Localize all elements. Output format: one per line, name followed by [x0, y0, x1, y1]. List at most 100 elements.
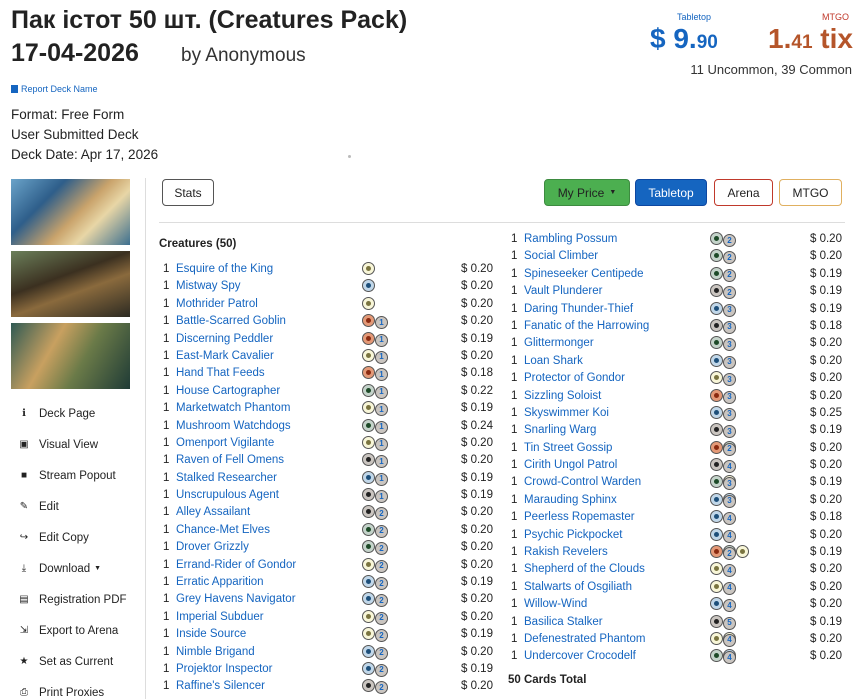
generic-mana-icon: 3 [723, 407, 736, 421]
mana-cost: 2 [362, 592, 388, 608]
card-name-link[interactable]: Peerless Ropemaster [524, 511, 635, 523]
sidebar-item-set-as-current[interactable]: ★ Set as Current [18, 646, 148, 677]
report-deck-name-link[interactable]: Report Deck Name [11, 84, 98, 94]
card-name-link[interactable]: Stalwarts of Osgiliath [524, 581, 632, 593]
card-name-link[interactable]: Erratic Apparition [176, 576, 264, 588]
card-name-link[interactable]: Willow-Wind [524, 598, 587, 610]
card-quantity: 1 [511, 598, 518, 611]
card-name-link[interactable]: Protector of Gondor [524, 372, 625, 384]
card-name-link[interactable]: Mothrider Patrol [176, 298, 258, 310]
card-name-link[interactable]: Omenport Vigilante [176, 437, 274, 449]
card-quantity: 1 [163, 263, 170, 275]
card-name-link[interactable]: Spineseeker Centipede [524, 268, 644, 280]
tabletop-button[interactable]: Tabletop [635, 179, 707, 206]
mtgo-button[interactable]: MTGO [779, 179, 842, 206]
card-name-link[interactable]: Fanatic of the Harrowing [524, 320, 649, 332]
generic-mana-icon: 2 [723, 234, 736, 247]
card-name-link[interactable]: Stalked Researcher [176, 472, 277, 484]
card-art-image-3[interactable] [11, 323, 130, 389]
card-name-link[interactable]: Grey Havens Navigator [176, 593, 296, 605]
card-name-link[interactable]: House Cartographer [176, 385, 280, 397]
card-name-link[interactable]: Hand That Feeds [176, 367, 265, 379]
card-name-link[interactable]: Crowd-Control Warden [524, 476, 641, 488]
card-name-link[interactable]: Basilica Stalker [524, 616, 603, 628]
blue-mana-icon [362, 644, 375, 658]
card-name-link[interactable]: Glittermonger [524, 337, 594, 349]
deck-page: Пак істот 50 шт. (Creatures Pack) 17-04-… [0, 0, 865, 699]
card-name-link[interactable]: Discerning Peddler [176, 333, 273, 345]
sidebar-item-stream-popout[interactable]: ■ Stream Popout [18, 460, 148, 491]
card-name-link[interactable]: Chance-Met Elves [176, 524, 270, 536]
card-name-link[interactable]: Social Climber [524, 250, 598, 262]
card-name-link[interactable]: Defenestrated Phantom [524, 633, 645, 645]
card-name-link[interactable]: Battle-Scarred Goblin [176, 315, 286, 327]
stats-button[interactable]: Stats [162, 179, 214, 206]
card-name-link[interactable]: Projektor Inspector [176, 663, 273, 675]
card-price: $ 0.19 [461, 489, 493, 502]
card-quantity: 1 [163, 419, 170, 432]
card-name-link[interactable]: East-Mark Cavalier [176, 350, 274, 362]
card-name-link[interactable]: Loan Shark [524, 355, 583, 367]
sidebar-item-edit-copy[interactable]: ↪ Edit Copy [18, 522, 148, 553]
card-quantity: 1 [163, 367, 170, 380]
card-art-image-1[interactable] [11, 179, 130, 245]
card-quantity: 1 [163, 280, 170, 293]
card-name-link[interactable]: Sizzling Soloist [524, 390, 601, 402]
card-row: 1 Glittermonger 3 $ 0.20 [511, 335, 846, 352]
card-name-link[interactable]: Mistway Spy [176, 280, 241, 292]
card-name-link[interactable]: Daring Thunder-Thief [524, 303, 633, 315]
card-row: 1 Raffine's Silencer 2 $ 0.20 [163, 678, 498, 695]
card-name-link[interactable]: Skyswimmer Koi [524, 407, 609, 419]
sidebar-item-export-to-arena[interactable]: ⇲ Export to Arena [18, 615, 148, 646]
card-price: $ 0.20 [810, 528, 842, 541]
card-name-link[interactable]: Imperial Subduer [176, 611, 264, 623]
sidebar-item-registration-pdf[interactable]: ▤ Registration PDF [18, 584, 148, 615]
sidebar-item-visual-view[interactable]: ▣ Visual View [18, 429, 148, 460]
info-icon: ℹ [22, 408, 26, 419]
card-name-link[interactable]: Mushroom Watchdogs [176, 420, 291, 432]
sidebar-item-deck-page[interactable]: ℹ Deck Page [18, 398, 148, 429]
card-name-link[interactable]: Esquire of the King [176, 263, 273, 275]
generic-mana-icon: 2 [375, 681, 388, 695]
card-name-link[interactable]: Rakish Revelers [524, 546, 608, 558]
generic-mana-icon: 1 [375, 403, 388, 417]
card-name-link[interactable]: Raven of Fell Omens [176, 454, 284, 466]
card-quantity: 1 [511, 476, 518, 489]
sidebar-item-edit[interactable]: ✎ Edit [18, 491, 148, 522]
card-name-link[interactable]: Inside Source [176, 628, 246, 640]
card-art-image-2[interactable] [11, 251, 130, 317]
sidebar-item-print-proxies[interactable]: ⎙ Print Proxies [18, 677, 148, 699]
generic-mana-icon: 1 [375, 368, 388, 382]
card-name-link[interactable]: Alley Assailant [176, 506, 250, 518]
card-name-link[interactable]: Cirith Ungol Patrol [524, 459, 617, 471]
card-name-link[interactable]: Raffine's Silencer [176, 680, 265, 692]
deck-source: User Submitted Deck [11, 127, 139, 142]
card-name-link[interactable]: Undercover Crocodelf [524, 650, 636, 662]
card-price: $ 0.20 [461, 523, 493, 536]
my-price-dropdown[interactable]: My Price ▼ [544, 179, 630, 206]
card-name-link[interactable]: Marketwatch Phantom [176, 402, 290, 414]
card-row: 1 Willow-Wind 4 $ 0.20 [511, 596, 846, 613]
green-mana-icon [710, 266, 723, 280]
blue-mana-icon [710, 597, 723, 611]
card-name-link[interactable]: Shepherd of the Clouds [524, 563, 645, 575]
card-name-link[interactable]: Nimble Brigand [176, 646, 255, 658]
card-name-link[interactable]: Marauding Sphinx [524, 494, 617, 506]
arena-button[interactable]: Arena [714, 179, 773, 206]
card-name-link[interactable]: Drover Grizzly [176, 541, 249, 553]
sidebar-item-download[interactable]: ⤓ Download ▼ [18, 553, 148, 584]
card-name-link[interactable]: Unscrupulous Agent [176, 489, 279, 501]
card-name-link[interactable]: Vault Plunderer [524, 285, 602, 297]
card-name-link[interactable]: Psychic Pickpocket [524, 529, 622, 541]
generic-mana-icon: 4 [723, 460, 736, 474]
mana-cost: 1 [362, 488, 388, 504]
card-price: $ 0.19 [461, 402, 493, 415]
generic-mana-icon: 2 [375, 646, 388, 660]
card-name-link[interactable]: Errand-Rider of Gondor [176, 559, 296, 571]
generic-mana-icon: 4 [723, 529, 736, 543]
card-name-link[interactable]: Rambling Possum [524, 233, 617, 245]
card-name-link[interactable]: Snarling Warg [524, 424, 596, 436]
mana-cost: 1 [362, 401, 388, 417]
card-name-link[interactable]: Tin Street Gossip [524, 442, 612, 454]
card-list-right: 1 Rambling Possum 2 $ 0.20 1 Social Climber 2 $… [511, 231, 846, 666]
